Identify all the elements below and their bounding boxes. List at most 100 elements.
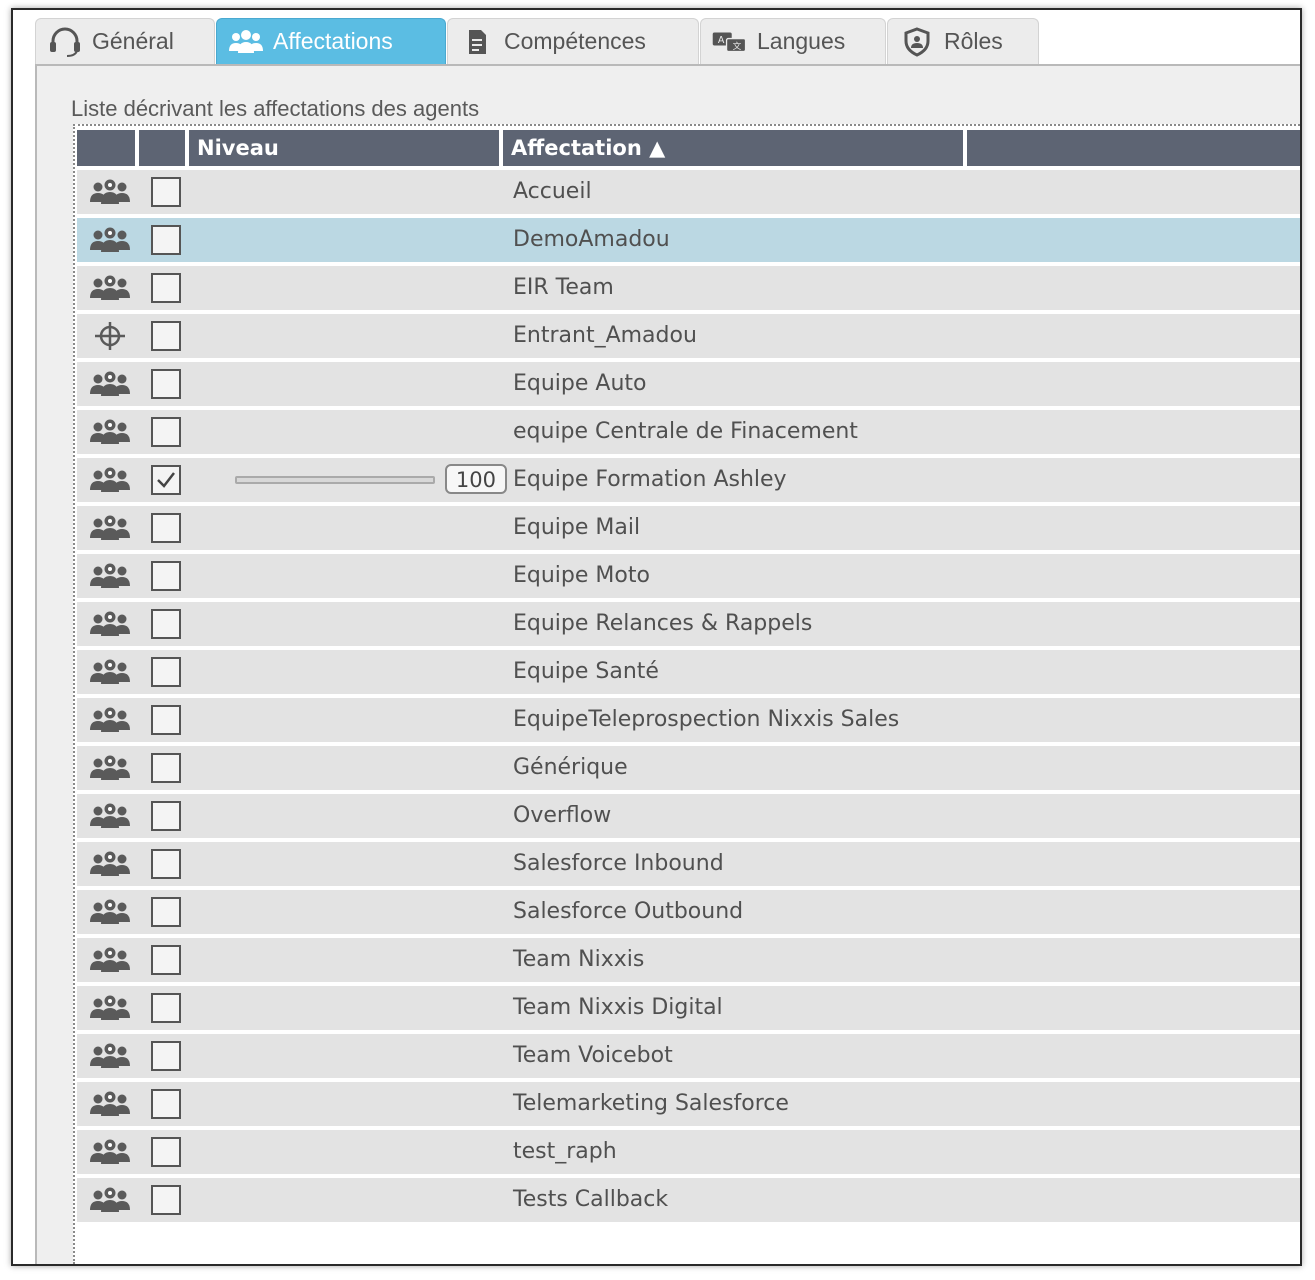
table-row[interactable]: Overflow <box>77 794 1300 838</box>
assignment-checkbox[interactable] <box>151 417 181 447</box>
table-row[interactable]: Générique <box>77 746 1300 790</box>
assignment-checkbox[interactable] <box>151 897 181 927</box>
assignment-name: Equipe Relances & Rappels <box>513 611 813 636</box>
tab-general[interactable]: Général <box>35 18 215 64</box>
assignment-checkbox[interactable] <box>151 1185 181 1215</box>
level-cell <box>197 1082 499 1126</box>
tab-label: Langues <box>757 28 846 54</box>
header-level-column[interactable]: Niveau <box>189 130 503 166</box>
assignment-name: Team Nixxis <box>513 947 645 972</box>
assignment-checkbox[interactable] <box>151 225 181 255</box>
assignment-checkbox[interactable] <box>151 753 181 783</box>
tab-langues[interactable]: A文 Langues <box>700 18 886 64</box>
assignment-name: Equipe Moto <box>513 563 650 588</box>
assignment-name: Equipe Auto <box>513 371 647 396</box>
assignment-checkbox[interactable] <box>151 849 181 879</box>
assignment-checkbox[interactable] <box>151 321 181 351</box>
assignment-checkbox[interactable] <box>151 945 181 975</box>
table-row[interactable]: EIR Team <box>77 266 1300 310</box>
level-value[interactable]: 100 <box>444 464 507 494</box>
assignment-checkbox[interactable] <box>151 705 181 735</box>
tab-affectations[interactable]: Affectations <box>216 18 446 64</box>
assignment-checkbox[interactable] <box>151 177 181 207</box>
assignment-checkbox[interactable] <box>151 465 181 495</box>
table-row[interactable]: Telemarketing Salesforce <box>77 1082 1300 1126</box>
table-row[interactable]: Salesforce Inbound <box>77 842 1300 886</box>
header-assignment-column[interactable]: Affectation ▲ <box>503 130 967 166</box>
assignment-checkbox[interactable] <box>151 657 181 687</box>
table-row[interactable]: equipe Centrale de Finacement <box>77 410 1300 454</box>
assignment-checkbox[interactable] <box>151 273 181 303</box>
group-icon <box>87 465 133 495</box>
assignment-name: Equipe Mail <box>513 515 641 540</box>
table-row[interactable]: Salesforce Outbound <box>77 890 1300 934</box>
header-icon-column[interactable] <box>77 130 139 166</box>
level-cell <box>197 362 499 406</box>
level-cell <box>197 938 499 982</box>
assignment-checkbox[interactable] <box>151 993 181 1023</box>
group-icon <box>87 177 133 207</box>
headset-icon <box>46 27 84 57</box>
assignment-checkbox[interactable] <box>151 369 181 399</box>
level-cell <box>197 794 499 838</box>
group-icon <box>87 369 133 399</box>
tab-competences[interactable]: Compétences <box>447 18 699 64</box>
table-row[interactable]: Team Nixxis Digital <box>77 986 1300 1030</box>
table-row[interactable]: Equipe Moto <box>77 554 1300 598</box>
table-row[interactable]: test_raph <box>77 1130 1300 1174</box>
group-icon <box>87 801 133 831</box>
level-cell <box>197 266 499 310</box>
assignment-checkbox[interactable] <box>151 1137 181 1167</box>
assignment-checkbox[interactable] <box>151 1089 181 1119</box>
table-row[interactable]: DemoAmadou <box>77 218 1300 262</box>
tab-bar: Général Affectations Compétences A文 Lang… <box>13 10 1300 66</box>
tab-label: Compétences <box>504 28 646 54</box>
assignment-checkbox[interactable] <box>151 1041 181 1071</box>
level-slider[interactable] <box>235 476 435 484</box>
assignment-name: EIR Team <box>513 275 614 300</box>
table-row[interactable]: Equipe Relances & Rappels <box>77 602 1300 646</box>
level-cell <box>197 218 499 262</box>
assignment-checkbox[interactable] <box>151 561 181 591</box>
table-row[interactable]: Equipe Auto <box>77 362 1300 406</box>
translate-icon: A文 <box>711 27 749 57</box>
table-row[interactable]: 100 Equipe Formation Ashley <box>77 458 1300 502</box>
tab-roles[interactable]: Rôles <box>887 18 1039 64</box>
level-cell <box>197 1130 499 1174</box>
level-cell <box>197 506 499 550</box>
assignment-name: Accueil <box>513 179 592 204</box>
group-icon <box>87 1185 133 1215</box>
level-cell <box>197 650 499 694</box>
affectations-grid: Niveau Affectation ▲ Accueil DemoAmadou EI… <box>73 124 1300 1264</box>
tab-label: Rôles <box>944 28 1003 54</box>
level-cell[interactable]: 100 <box>197 458 507 502</box>
group-icon <box>87 657 133 687</box>
assignment-name: Overflow <box>513 803 612 828</box>
assignment-checkbox[interactable] <box>151 609 181 639</box>
assignment-name: Générique <box>513 755 628 780</box>
table-row[interactable]: Equipe Santé <box>77 650 1300 694</box>
document-icon <box>458 27 496 57</box>
tab-label: Affectations <box>273 28 393 54</box>
table-row[interactable]: Tests Callback <box>77 1178 1300 1222</box>
header-check-column[interactable] <box>139 130 189 166</box>
table-row[interactable]: Team Voicebot <box>77 1034 1300 1078</box>
svg-text:A: A <box>718 34 725 45</box>
table-row[interactable]: Team Nixxis <box>77 938 1300 982</box>
crosshair-icon <box>87 321 133 351</box>
table-row[interactable]: Entrant_Amadou <box>77 314 1300 358</box>
table-row[interactable]: Equipe Mail <box>77 506 1300 550</box>
assignment-name: equipe Centrale de Finacement <box>513 419 858 444</box>
group-icon <box>87 609 133 639</box>
group-icon <box>87 993 133 1023</box>
table-row[interactable]: Accueil <box>77 170 1300 214</box>
level-cell <box>197 170 499 214</box>
assignment-checkbox[interactable] <box>151 801 181 831</box>
group-icon <box>87 849 133 879</box>
assignment-checkbox[interactable] <box>151 513 181 543</box>
assignment-name: EquipeTeleprospection Nixxis Sales <box>513 707 900 732</box>
level-cell <box>197 554 499 598</box>
level-cell <box>197 842 499 886</box>
affectations-panel: Liste décrivant les affectations des age… <box>35 66 1300 1264</box>
table-row[interactable]: EquipeTeleprospection Nixxis Sales <box>77 698 1300 742</box>
